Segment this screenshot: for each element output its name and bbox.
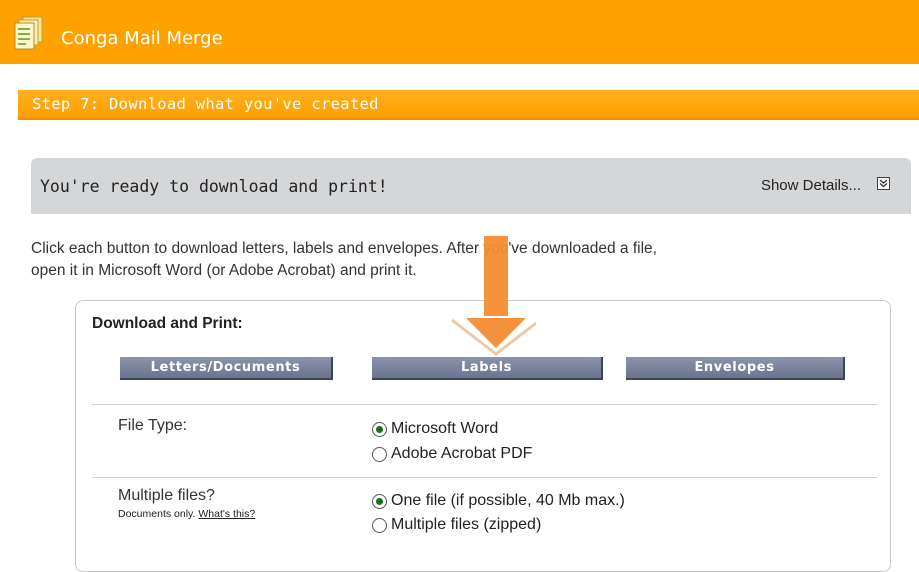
- radio-selected-icon[interactable]: [372, 421, 387, 437]
- radio-unselected-icon[interactable]: [372, 517, 387, 533]
- divider: [92, 404, 877, 405]
- multiple-files-label: Multiple files?: [118, 487, 215, 504]
- radio-selected-icon[interactable]: [372, 493, 387, 509]
- file-type-word-option[interactable]: Microsoft Word: [372, 419, 498, 439]
- divider: [92, 477, 877, 478]
- ready-panel: You're ready to download and print! Show…: [31, 158, 911, 214]
- labels-button[interactable]: Labels: [372, 357, 603, 380]
- multiple-files-note: Documents only. What's this?: [118, 508, 255, 520]
- documents-only-note: Documents only.: [118, 508, 196, 520]
- step-title: Step 7: Download what you've created: [32, 95, 379, 113]
- download-title: Download and Print:: [92, 315, 243, 332]
- file-type-pdf-option[interactable]: Adobe Acrobat PDF: [372, 444, 532, 464]
- whats-this-link[interactable]: What's this?: [198, 508, 255, 520]
- app-header: Conga Mail Merge: [0, 0, 919, 64]
- envelopes-button[interactable]: Envelopes: [626, 357, 845, 380]
- documents-icon: [14, 16, 43, 50]
- app-title: Conga Mail Merge: [61, 28, 223, 49]
- expand-chevron-icon[interactable]: [877, 177, 890, 190]
- file-type-label: File Type:: [118, 417, 188, 434]
- step-header: Step 7: Download what you've created: [18, 90, 919, 120]
- down-arrow-icon: [451, 236, 536, 356]
- one-file-option[interactable]: One file (if possible, 40 Mb max.): [372, 491, 625, 511]
- show-details-link[interactable]: Show Details...: [761, 177, 861, 194]
- letters-documents-button[interactable]: Letters/Documents: [120, 357, 333, 380]
- multiple-files-zipped-label: Multiple files (zipped): [391, 516, 542, 533]
- ready-title: You're ready to download and print!: [40, 177, 388, 196]
- one-file-label: One file (if possible, 40 Mb max.): [391, 492, 625, 509]
- radio-unselected-icon[interactable]: [372, 446, 387, 462]
- file-type-pdf-label: Adobe Acrobat PDF: [391, 445, 533, 462]
- file-type-word-label: Microsoft Word: [391, 420, 499, 437]
- multiple-files-zipped-option[interactable]: Multiple files (zipped): [372, 515, 541, 535]
